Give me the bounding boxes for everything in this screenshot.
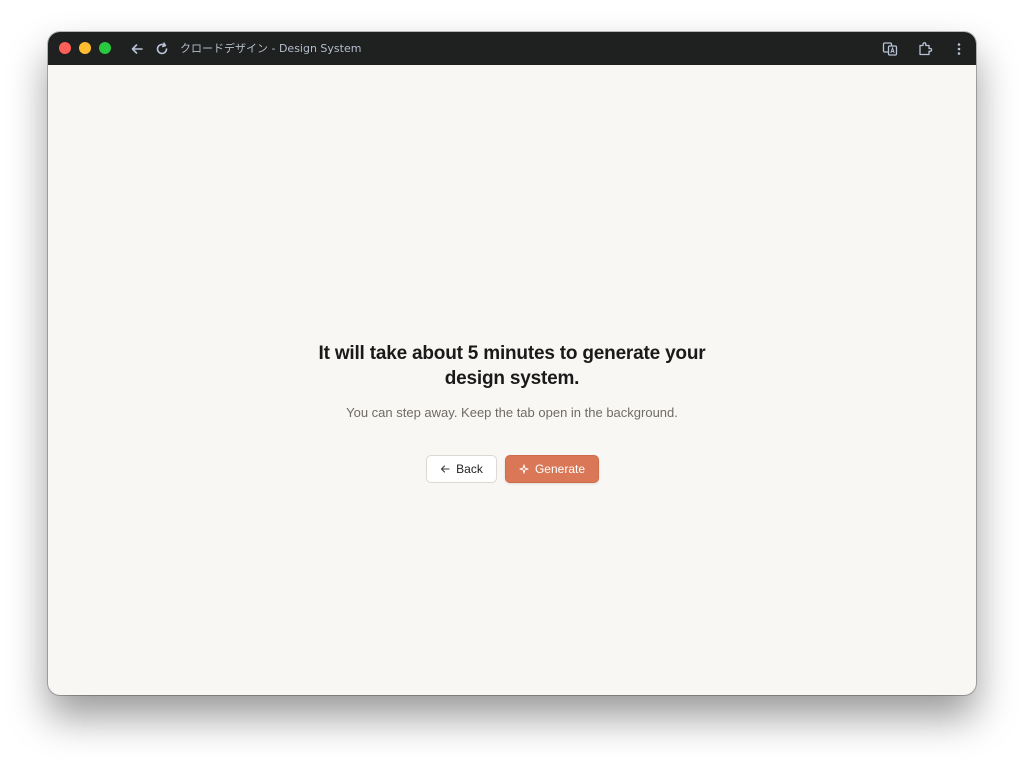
page-content: It will take about 5 minutes to generate… bbox=[48, 65, 976, 695]
generate-button-label: Generate bbox=[534, 462, 586, 476]
translate-icon bbox=[882, 42, 898, 56]
back-button[interactable]: Back bbox=[426, 455, 497, 483]
puzzle-icon bbox=[919, 42, 933, 56]
sparkle-icon bbox=[519, 464, 529, 474]
browser-menu-button[interactable] bbox=[949, 39, 969, 59]
window-maximize-button[interactable] bbox=[99, 42, 111, 54]
generate-button[interactable]: Generate bbox=[505, 455, 599, 483]
browser-titlebar: クロードデザイン - Design System bbox=[48, 32, 976, 65]
extensions-button[interactable] bbox=[915, 39, 935, 59]
page-title: クロードデザイン - Design System bbox=[180, 42, 362, 55]
main-heading: It will take about 5 minutes to generate… bbox=[318, 343, 706, 389]
window-minimize-button[interactable] bbox=[79, 42, 91, 54]
back-button-label: Back bbox=[456, 462, 483, 476]
reload-icon bbox=[156, 42, 168, 55]
arrow-left-icon bbox=[131, 44, 143, 54]
subtext: You can step away. Keep the tab open in … bbox=[346, 405, 678, 420]
reload-button[interactable] bbox=[152, 39, 172, 59]
kebab-menu-icon bbox=[957, 43, 961, 55]
window-close-button[interactable] bbox=[59, 42, 71, 54]
browser-window: クロードデザイン - Design System It will take ab… bbox=[48, 32, 976, 695]
arrow-left-icon bbox=[440, 464, 450, 474]
translate-button[interactable] bbox=[880, 39, 900, 59]
back-navigation-button[interactable] bbox=[127, 39, 147, 59]
